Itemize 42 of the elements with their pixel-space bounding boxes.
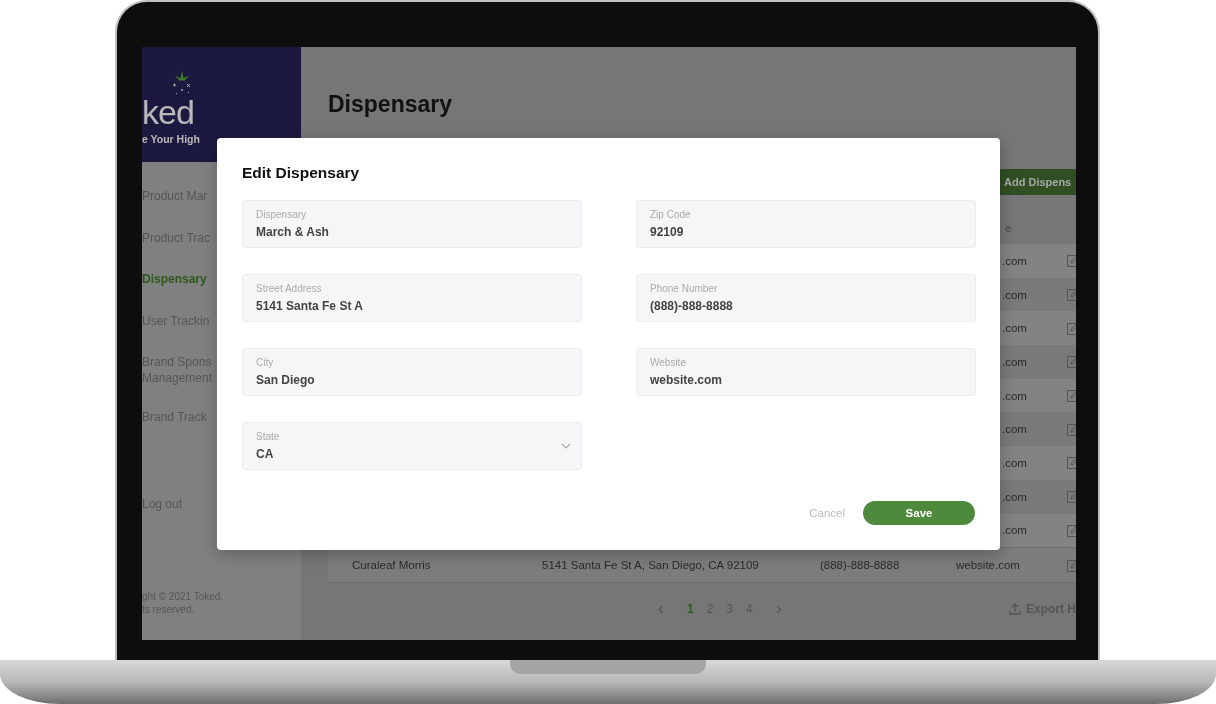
table-cell-text: .com: [1001, 389, 1028, 402]
table-cell-text: .com: [1001, 322, 1028, 335]
table-cell-text: .com: [1001, 490, 1028, 503]
edit-icon[interactable]: [1067, 456, 1076, 470]
edit-icon[interactable]: [1067, 355, 1076, 369]
table-cell-text: .com: [1001, 524, 1028, 537]
dialog-title: Edit Dispensary: [242, 164, 361, 183]
logo-text: ked: [142, 95, 195, 129]
table-cell-text: .com: [1001, 456, 1028, 469]
input-field[interactable]: Dispensary March & Ash: [242, 200, 582, 248]
chevron-down-icon: [561, 443, 571, 449]
state-dropdown[interactable]: State CA: [242, 422, 582, 470]
input-field[interactable]: Phone Number (888)-888-8888: [636, 274, 976, 322]
input-field[interactable]: City San Diego: [242, 348, 582, 396]
cancel-button[interactable]: Cancel: [809, 507, 845, 519]
previous-page-button[interactable]: ‹: [648, 598, 674, 620]
next-page-button[interactable]: ›: [765, 598, 792, 620]
edit-icon[interactable]: [1067, 490, 1076, 504]
table-cell-text: (888)-888-8888: [820, 559, 901, 572]
input-field[interactable]: Street Address 5141 Santa Fe St A: [242, 274, 582, 322]
page-number[interactable]: 1: [687, 601, 694, 616]
table-cell-text: .com: [1001, 423, 1028, 436]
edit-icon[interactable]: [1067, 389, 1076, 403]
table-cell-text: Curaleaf Morris: [352, 559, 432, 572]
table-cell-text: .com: [1001, 355, 1028, 368]
table-cell-text: website.com: [956, 559, 1021, 572]
sidebar-item[interactable]: Dispensary: [142, 271, 207, 287]
logo-tagline: e Your High: [142, 133, 201, 145]
table-cell-text: .com: [1001, 254, 1028, 267]
edit-icon[interactable]: [1067, 254, 1076, 268]
upload-icon: [1009, 602, 1021, 615]
edit-icon[interactable]: [1067, 288, 1076, 302]
edit-icon[interactable]: [1067, 321, 1076, 335]
table-cell-text: .com: [1001, 288, 1028, 301]
page-title: Dispensary: [328, 91, 453, 119]
edit-icon[interactable]: [1067, 523, 1076, 537]
table-cell-text: 5141 Santa Fe St A, San Diego, CA 92109: [542, 559, 760, 572]
edit-icon[interactable]: [1067, 422, 1076, 436]
input-field[interactable]: Website website.com: [636, 348, 976, 396]
save-button[interactable]: Save: [863, 501, 975, 525]
edit-icon[interactable]: [1067, 558, 1076, 572]
input-field[interactable]: Zip Code 92109: [636, 200, 976, 248]
